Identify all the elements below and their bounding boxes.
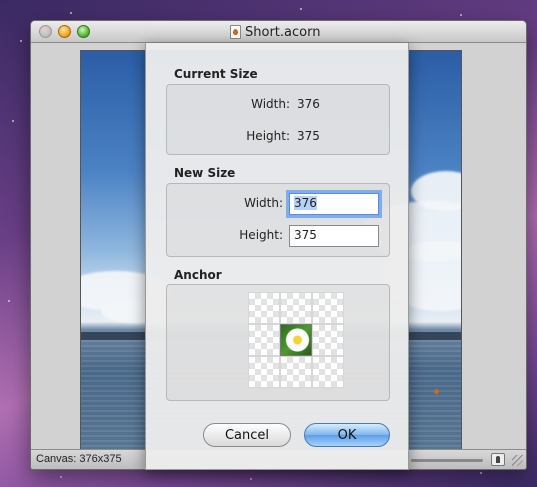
new-width-label: Width: — [244, 196, 283, 210]
anchor-middle-left[interactable] — [248, 324, 280, 356]
new-size-heading: New Size — [174, 166, 236, 180]
anchor-bottom-right[interactable] — [312, 356, 344, 388]
minimize-button-icon[interactable] — [58, 25, 71, 38]
new-width-value: 376 — [294, 196, 317, 210]
canvas-size-sheet: Current Size Width: 376 Height: 375 New … — [145, 43, 409, 470]
resize-grip-icon[interactable] — [512, 455, 523, 466]
window-title: Short.acorn — [245, 25, 321, 40]
canvas-size-status: Canvas: 376x375 — [36, 453, 122, 465]
current-height-value: 375 — [297, 129, 320, 143]
new-size-box: Width: 376 Height: 375 — [166, 183, 390, 257]
ok-button[interactable]: OK — [304, 423, 390, 447]
current-size-heading: Current Size — [174, 67, 258, 81]
anchor-grid — [248, 292, 344, 388]
current-width-value: 376 — [297, 97, 320, 111]
anchor-box — [166, 284, 390, 401]
anchor-bottom-left[interactable] — [248, 356, 280, 388]
new-width-field[interactable]: 376 — [289, 193, 379, 215]
anchor-top-center[interactable] — [280, 292, 312, 324]
new-height-field[interactable]: 375 — [289, 225, 379, 247]
acorn-document-icon — [230, 25, 241, 39]
cancel-button[interactable]: Cancel — [203, 423, 291, 447]
buoy — [434, 389, 439, 394]
new-height-value: 375 — [294, 228, 317, 242]
close-button-icon[interactable] — [39, 25, 52, 38]
zoom-button-icon[interactable] — [77, 25, 90, 38]
current-height-label: Height: — [246, 129, 290, 143]
current-width-label: Width: — [251, 97, 290, 111]
anchor-middle-right[interactable] — [312, 324, 344, 356]
anchor-bottom-center[interactable] — [280, 356, 312, 388]
title-bar[interactable]: Short.acorn — [31, 21, 526, 43]
zoom-slider[interactable] — [411, 459, 483, 462]
person-icon[interactable] — [491, 453, 505, 466]
new-height-label: Height: — [239, 228, 283, 242]
anchor-top-right[interactable] — [312, 292, 344, 324]
anchor-top-left[interactable] — [248, 292, 280, 324]
current-size-box: Width: 376 Height: 375 — [166, 84, 390, 155]
anchor-heading: Anchor — [174, 268, 222, 282]
anchor-center-selected[interactable] — [280, 324, 312, 356]
